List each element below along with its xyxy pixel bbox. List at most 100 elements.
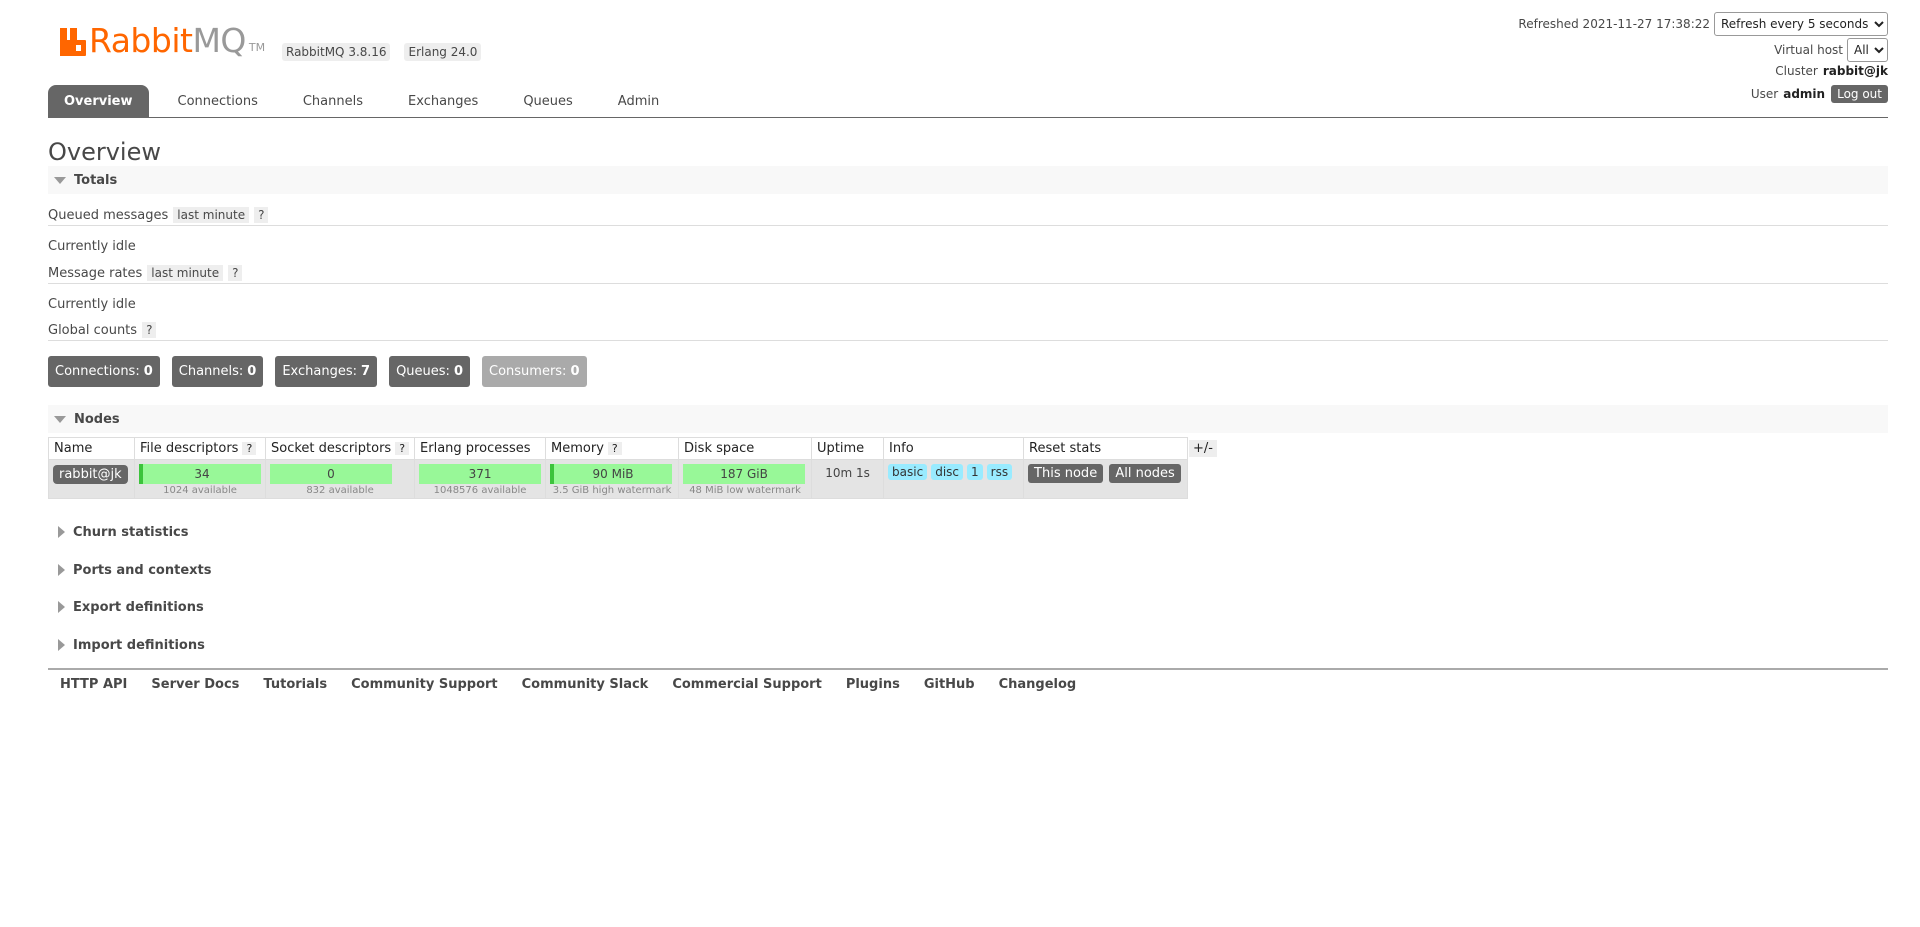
tab-exchanges[interactable]: Exchanges xyxy=(392,85,494,117)
count-queues[interactable]: Queues: 0 xyxy=(389,356,470,387)
totals-section-toggle[interactable]: Totals xyxy=(48,166,1888,194)
reset-all-nodes-button[interactable]: All nodes xyxy=(1109,464,1181,483)
churn-statistics-toggle[interactable]: Churn statistics xyxy=(48,518,1888,546)
col-disk-space: Disk space xyxy=(678,437,813,460)
version-badges: RabbitMQ 3.8.16 Erlang 24.0 xyxy=(282,43,482,61)
footer-link-server-docs[interactable]: Server Docs xyxy=(151,670,239,700)
footer-link-community-slack[interactable]: Community Slack xyxy=(522,670,649,700)
queued-idle-text: Currently idle xyxy=(48,239,136,254)
file-descriptors-help[interactable]: ? xyxy=(242,442,257,455)
socket-descriptors-help[interactable]: ? xyxy=(395,442,410,455)
col-info: Info xyxy=(883,437,1025,460)
refresh-interval-select[interactable]: Refresh every 5 seconds xyxy=(1714,12,1888,36)
memory-watermark: 3.5 GiB high watermark xyxy=(552,485,672,496)
uptime-value: 10m 1s xyxy=(825,466,870,480)
erlang-processes-bar: 371 xyxy=(419,464,542,484)
file-descriptors-bar: 34 xyxy=(139,464,261,484)
socket-descriptors-bar: 0 xyxy=(270,464,392,484)
footer-link-commercial-support[interactable]: Commercial Support xyxy=(672,670,822,700)
col-erlang-processes: Erlang processes xyxy=(414,437,547,460)
cluster-label: Cluster xyxy=(1775,64,1818,78)
logo-text-mq: MQ xyxy=(192,21,246,60)
col-file-descriptors: File descriptors? xyxy=(134,437,266,460)
rabbitmq-version-badge: RabbitMQ 3.8.16 xyxy=(282,43,391,61)
queued-messages-range-toggle[interactable]: last minute xyxy=(173,207,250,223)
footer-links: HTTP API Server Docs Tutorials Community… xyxy=(48,668,1888,700)
virtual-host-label: Virtual host xyxy=(1774,43,1843,57)
refreshed-timestamp: Refreshed 2021-11-27 17:38:22 xyxy=(1518,17,1710,31)
footer-link-plugins[interactable]: Plugins xyxy=(846,670,900,700)
virtual-host-select[interactable]: All xyxy=(1847,38,1888,62)
queued-messages-label: Queued messages xyxy=(48,207,169,223)
count-connections[interactable]: Connections: 0 xyxy=(48,356,160,387)
col-uptime: Uptime xyxy=(811,437,885,460)
count-channels[interactable]: Channels: 0 xyxy=(171,356,264,387)
socket-descriptors-available: 832 available xyxy=(306,485,374,496)
table-row: rabbit@jk 34 1024 available 0 832 availa… xyxy=(48,459,1189,499)
memory-bar: 90 MiB xyxy=(550,464,673,484)
footer-link-community-support[interactable]: Community Support xyxy=(351,670,498,700)
global-counts: Connections: 0 Channels: 0 Exchanges: 7 Que… xyxy=(48,356,587,387)
tab-admin[interactable]: Admin xyxy=(602,85,675,117)
footer-link-github[interactable]: GitHub xyxy=(924,670,975,700)
info-chip-count: 1 xyxy=(967,464,983,480)
section-label: Import definitions xyxy=(73,637,205,653)
disk-space-bar: 187 GiB xyxy=(683,464,806,484)
info-chip-disc: disc xyxy=(931,464,964,480)
tab-channels[interactable]: Channels xyxy=(287,85,379,117)
collapsed-triangle-icon xyxy=(58,601,65,613)
global-counts-label: Global counts xyxy=(48,322,138,338)
table-header-row: Name File descriptors? Socket descriptor… xyxy=(48,437,1189,460)
col-reset-stats: Reset stats xyxy=(1023,437,1189,460)
global-counts-row: Global counts ? xyxy=(48,322,1888,341)
message-rates-label: Message rates xyxy=(48,265,143,281)
tab-overview[interactable]: Overview xyxy=(48,85,149,117)
logo-text-rabbit: Rabbit xyxy=(89,21,193,60)
col-memory: Memory? xyxy=(545,437,680,460)
expanded-triangle-icon xyxy=(54,415,66,423)
ports-and-contexts-toggle[interactable]: Ports and contexts xyxy=(48,556,1888,584)
global-counts-help[interactable]: ? xyxy=(142,322,157,338)
section-label: Churn statistics xyxy=(73,524,189,540)
message-rates-idle: Currently idle xyxy=(48,297,1888,312)
col-name: Name xyxy=(48,437,135,460)
footer-link-tutorials[interactable]: Tutorials xyxy=(263,670,327,700)
columns-toggle-button[interactable]: +/- xyxy=(1189,440,1217,457)
queued-messages-help[interactable]: ? xyxy=(254,207,269,223)
import-definitions-toggle[interactable]: Import definitions xyxy=(48,631,1888,659)
queued-messages-idle: Currently idle xyxy=(48,239,1888,254)
erlang-processes-available: 1048576 available xyxy=(433,485,527,496)
main-nav-tabs: Overview Connections Channels Exchanges … xyxy=(48,85,1888,118)
rabbit-logo-icon xyxy=(60,28,86,56)
expanded-triangle-icon xyxy=(54,176,66,184)
info-chip-rss: rss xyxy=(986,464,1013,480)
collapsed-triangle-icon xyxy=(58,526,65,538)
rabbitmq-logo[interactable]: RabbitMQ TM xyxy=(60,24,266,57)
disk-watermark: 48 MiB low watermark xyxy=(689,485,801,496)
tab-connections[interactable]: Connections xyxy=(162,85,274,117)
reset-this-node-button[interactable]: This node xyxy=(1028,464,1104,483)
erlang-version-badge: Erlang 24.0 xyxy=(404,43,482,61)
file-descriptors-available: 1024 available xyxy=(163,485,237,496)
logo-trademark: TM xyxy=(248,41,266,54)
nodes-heading: Nodes xyxy=(74,411,120,427)
memory-help[interactable]: ? xyxy=(607,442,622,455)
cluster-name: rabbit@jk xyxy=(1822,64,1888,78)
logo-wordmark: RabbitMQ xyxy=(89,24,246,57)
footer-link-http-api[interactable]: HTTP API xyxy=(60,670,127,700)
rates-idle-text: Currently idle xyxy=(48,297,136,312)
node-name-link[interactable]: rabbit@jk xyxy=(53,465,128,484)
collapsed-triangle-icon xyxy=(58,564,65,576)
count-exchanges[interactable]: Exchanges: 7 xyxy=(275,356,378,387)
footer-link-changelog[interactable]: Changelog xyxy=(999,670,1077,700)
nodes-table: Name File descriptors? Socket descriptor… xyxy=(48,437,1189,499)
nodes-section-toggle[interactable]: Nodes xyxy=(48,405,1888,433)
message-rates-row: Message rates last minute ? xyxy=(48,265,1888,284)
tab-queues[interactable]: Queues xyxy=(507,85,588,117)
export-definitions-toggle[interactable]: Export definitions xyxy=(48,593,1888,621)
message-rates-range-toggle[interactable]: last minute xyxy=(147,265,224,281)
count-consumers: Consumers: 0 xyxy=(482,356,587,387)
message-rates-help[interactable]: ? xyxy=(228,265,243,281)
queued-messages-row: Queued messages last minute ? xyxy=(48,207,1888,226)
totals-heading: Totals xyxy=(74,172,118,188)
